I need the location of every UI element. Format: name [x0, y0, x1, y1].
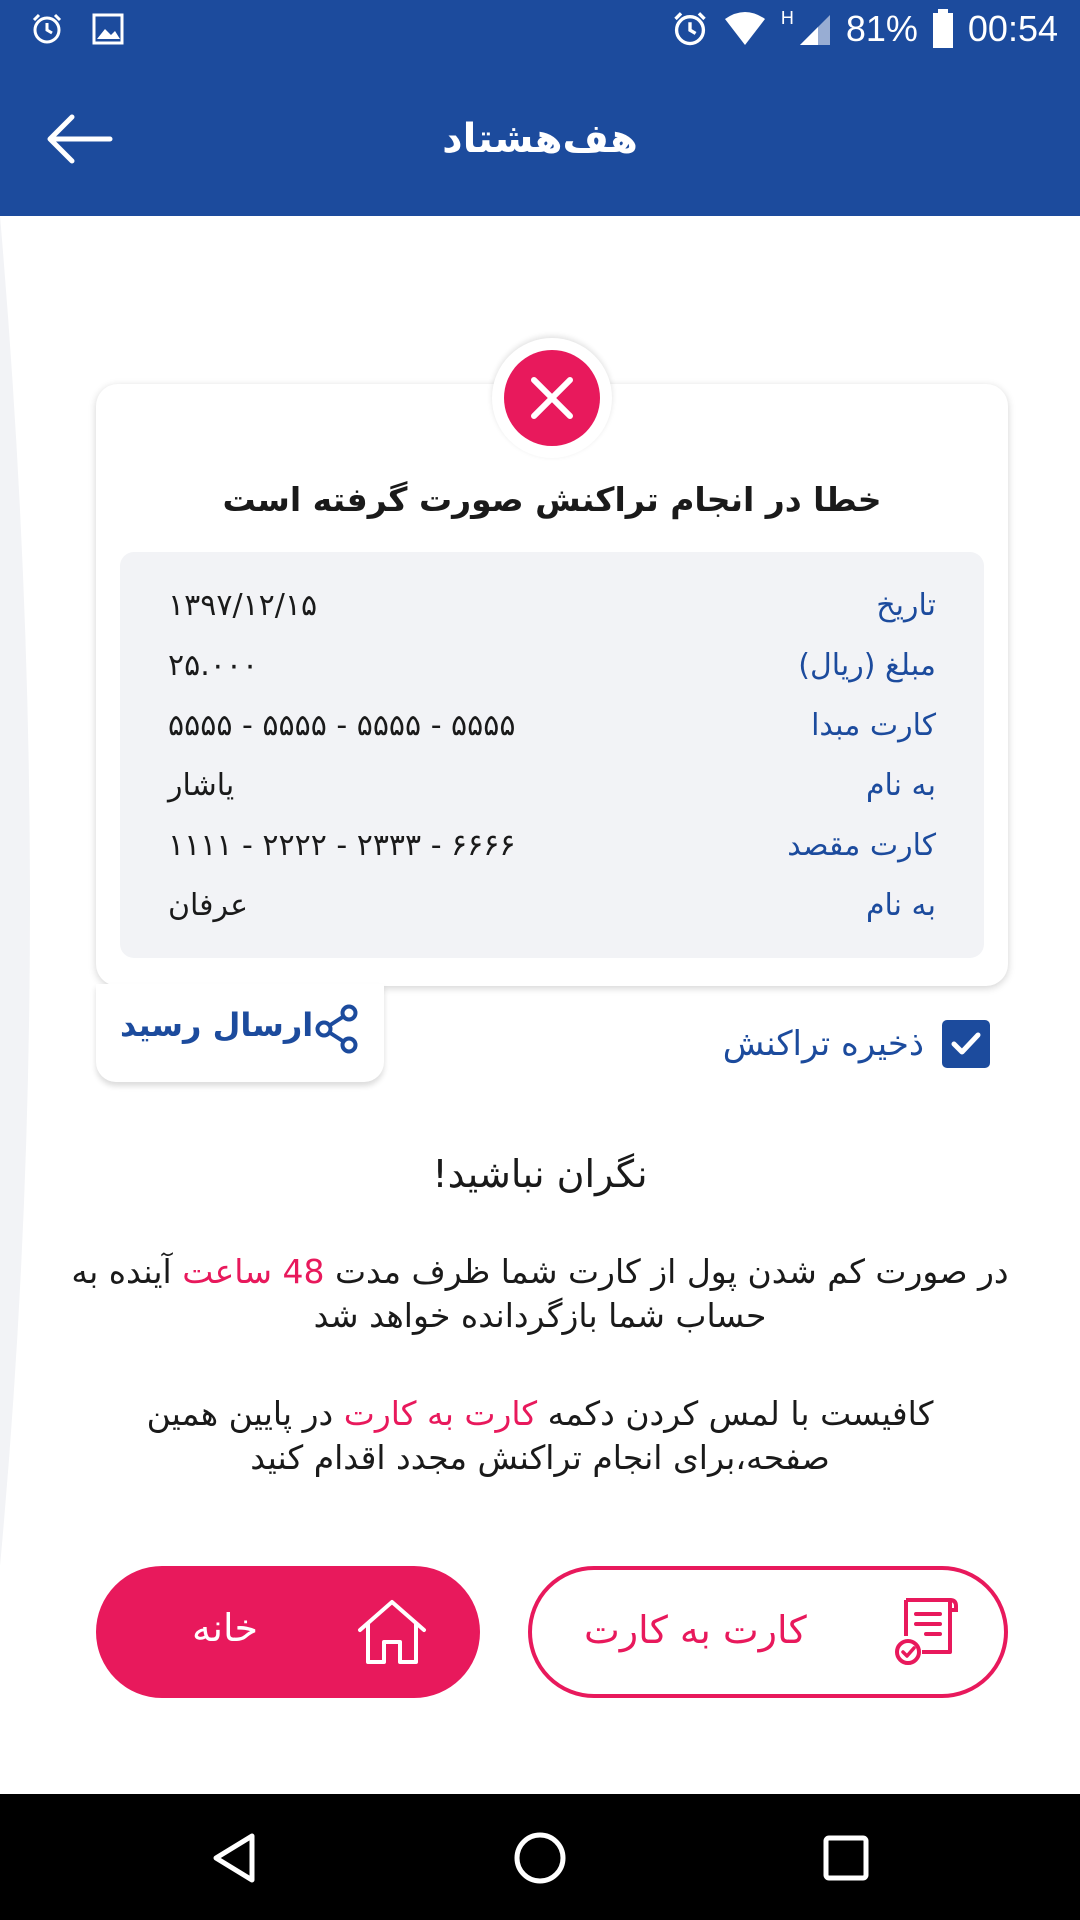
error-status-badge	[504, 350, 600, 446]
info-highlight-card-to-card: کارت به کارت	[343, 1394, 538, 1433]
close-icon	[531, 377, 573, 419]
detail-row-destination-name: به نام عرفان	[120, 888, 984, 948]
home-button-label: خانه	[192, 1606, 259, 1650]
home-button[interactable]: خانه	[96, 1566, 480, 1698]
battery-percent: 81%	[845, 8, 918, 49]
info-text: کافیست با لمس کردن دکمه	[547, 1394, 934, 1433]
detail-label: کارت مبدا	[811, 708, 936, 743]
detail-row-date: تاریخ ۱۳۹۷/۱۲/۱۵	[120, 588, 984, 648]
detail-row-source-card: کارت مبدا ۵۵۵۵ - ۵۵۵۵ - ۵۵۵۵ - ۵۵۵۵	[120, 708, 984, 768]
detail-value: یاشار	[168, 768, 235, 803]
detail-label: به نام	[865, 768, 936, 803]
checkmark-icon	[951, 1032, 981, 1055]
transaction-details: تاریخ ۱۳۹۷/۱۲/۱۵ مبلغ (ریال) ۲۵.۰۰۰ کارت…	[120, 552, 984, 958]
error-title: خطا در انجام تراکنش صورت گرفته است	[222, 480, 882, 519]
app-title: هف‌هشتاد	[442, 116, 638, 162]
info-text: در صورت کم شدن پول از کارت شما ظرف مدت	[334, 1252, 1009, 1291]
back-triangle-icon[interactable]	[206, 1830, 262, 1886]
info-highlight-hours: 48 ساعت	[182, 1252, 325, 1291]
alarm-icon	[674, 12, 706, 46]
app-header: هف‌هشتاد	[0, 64, 1080, 216]
detail-row-amount: مبلغ (ریال) ۲۵.۰۰۰	[120, 648, 984, 708]
signal-icon	[799, 15, 830, 45]
card-to-card-button[interactable]: کارت به کارت	[528, 1566, 1008, 1698]
wifi-icon	[724, 12, 765, 45]
detail-label: کارت مقصد	[787, 828, 936, 863]
detail-label: تاریخ	[876, 588, 936, 623]
clock: 00:54	[967, 8, 1058, 49]
info-paragraph-retry: کافیست با لمس کردن دکمه کارت به کارت در …	[70, 1392, 1010, 1480]
detail-value: ۲۵.۰۰۰	[168, 648, 259, 683]
detail-label: مبلغ (ریال)	[798, 648, 936, 683]
status-bar: H 81% 00:54	[0, 0, 1080, 64]
share-receipt-button[interactable]: ارسال رسید	[96, 984, 384, 1082]
share-icon	[315, 1004, 358, 1054]
home-circle-icon[interactable]	[512, 1830, 568, 1886]
info-title: نگران نباشید!	[432, 1152, 648, 1196]
detail-value: عرفان	[168, 888, 248, 923]
battery-icon	[932, 9, 953, 48]
detail-value: ۱۱۱۱ - ۲۲۲۲ - ۲۳۳۳ - ۶۶۶۶	[168, 828, 516, 863]
image-icon	[92, 13, 124, 45]
detail-value: ۱۳۹۷/۱۲/۱۵	[168, 588, 318, 623]
detail-row-source-name: به نام یاشار	[120, 768, 984, 828]
card-to-card-button-label: کارت به کارت	[584, 1608, 807, 1652]
recents-square-icon[interactable]	[818, 1830, 874, 1886]
detail-row-destination-card: کارت مقصد ۱۱۱۱ - ۲۲۲۲ - ۲۳۳۳ - ۶۶۶۶	[120, 828, 984, 888]
system-nav-bar	[0, 1794, 1080, 1920]
receipt-icon	[895, 1598, 958, 1665]
share-receipt-label: ارسال رسید	[120, 1006, 314, 1044]
alarm-icon	[32, 13, 62, 44]
info-paragraph-refund: در صورت کم شدن پول از کارت شما ظرف مدت 4…	[70, 1250, 1010, 1338]
home-icon	[358, 1600, 426, 1664]
save-transaction-label[interactable]: ذخیره تراکنش	[723, 1024, 924, 1064]
detail-label: به نام	[865, 888, 936, 923]
network-type: H	[780, 8, 794, 28]
save-transaction-checkbox[interactable]	[942, 1020, 990, 1068]
detail-value: ۵۵۵۵ - ۵۵۵۵ - ۵۵۵۵ - ۵۵۵۵	[168, 708, 516, 743]
